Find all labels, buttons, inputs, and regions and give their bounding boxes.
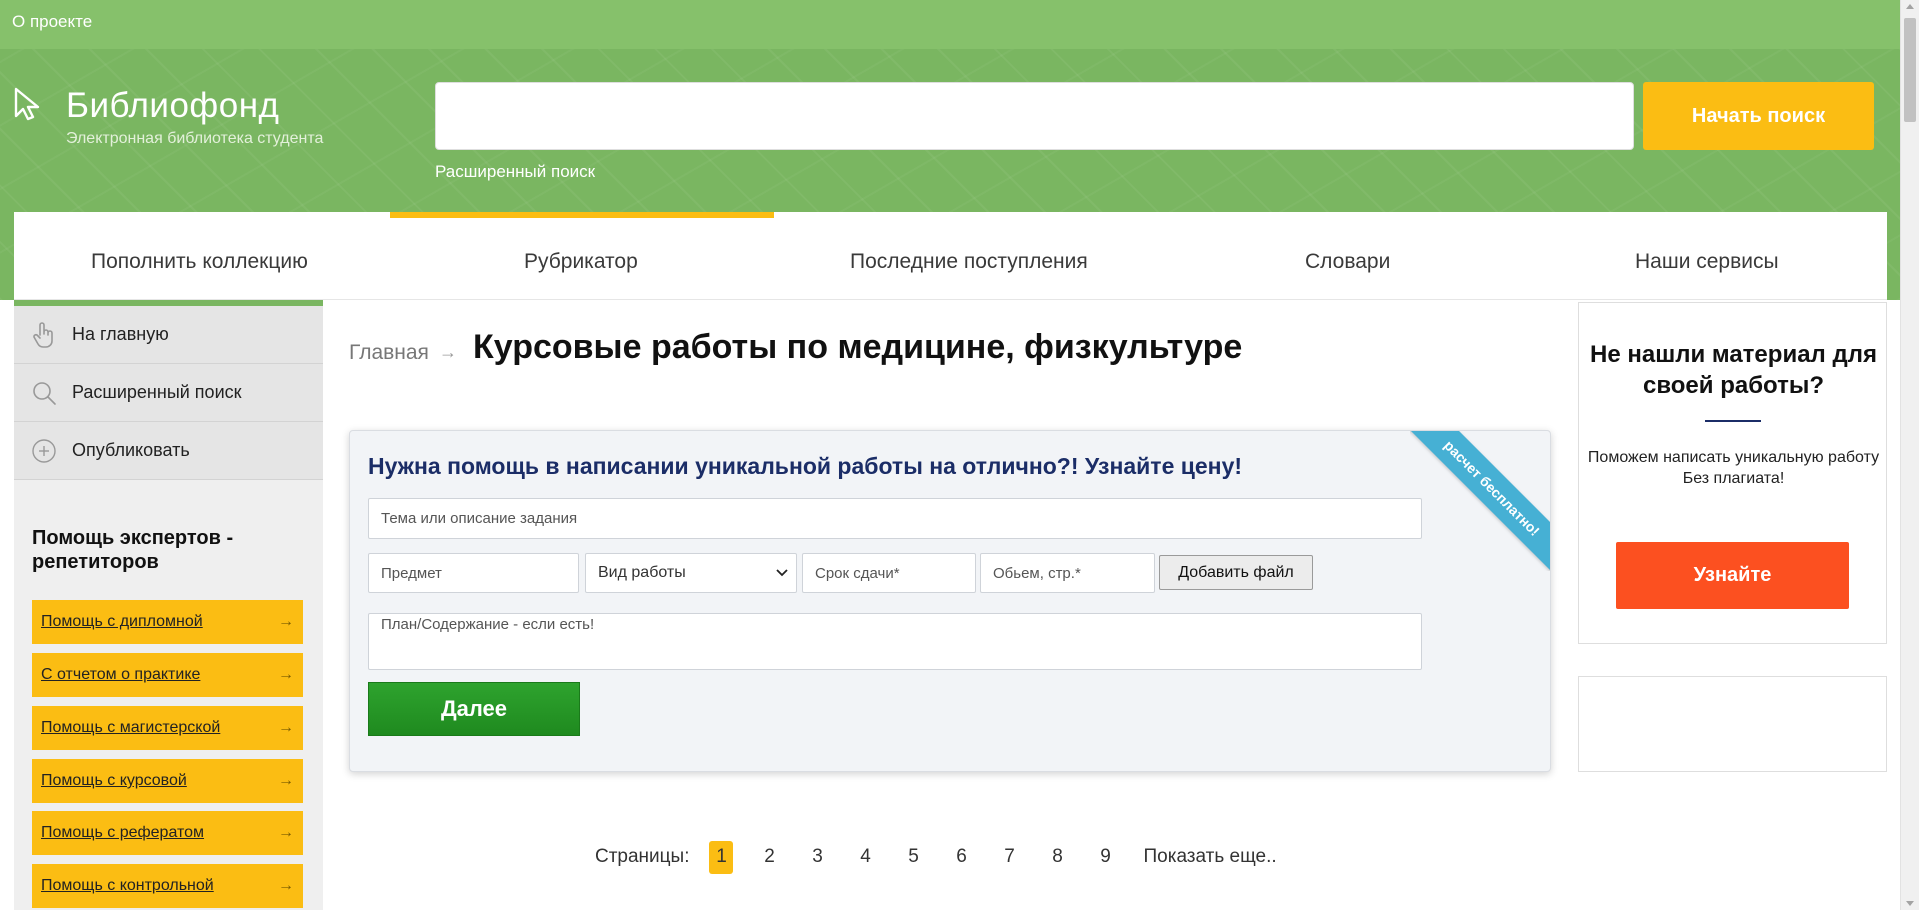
- sidebar-item-label: На главную: [72, 324, 169, 344]
- logo-subtitle: Электронная библиотека студента: [66, 130, 324, 147]
- order-form-card: Нужна помощь в написании уникальной рабо…: [349, 430, 1551, 772]
- main-nav: Пополнить коллекцию Рубрикатор Последние…: [14, 212, 1887, 300]
- help-button-label: С отчетом о практике: [41, 666, 201, 683]
- arrow-right-icon: →: [278, 772, 294, 789]
- help-test-button[interactable]: Помощь с контрольной →: [32, 864, 303, 908]
- help-button-label: Помощь с магистерской: [41, 719, 221, 736]
- scroll-up-icon[interactable]: [1906, 4, 1914, 9]
- page-8-link[interactable]: 8: [1045, 841, 1069, 874]
- next-button[interactable]: Далее: [368, 682, 580, 736]
- left-sidebar: На главную Расширенный поиск Опубликоват…: [14, 300, 323, 910]
- deadline-input[interactable]: Срок сдачи*: [802, 553, 976, 593]
- volume-input[interactable]: Обьем, стр.*: [980, 553, 1155, 593]
- breadcrumb-home-link[interactable]: Главная: [349, 341, 429, 365]
- widget-text: Поможем написать уникальную работу Без п…: [1579, 447, 1888, 489]
- sidebar-item-label: Расширенный поиск: [72, 382, 242, 402]
- page-1-current[interactable]: 1: [709, 840, 734, 874]
- start-search-button[interactable]: Начать поиск: [1643, 82, 1874, 150]
- cursor-arrow-icon: [14, 87, 40, 121]
- arrow-right-icon: →: [278, 719, 294, 736]
- nav-item-latest[interactable]: Последние поступления: [850, 250, 1088, 274]
- help-coursework-button[interactable]: Помощь с курсовой →: [32, 759, 303, 803]
- page-2-link[interactable]: 2: [757, 841, 781, 874]
- free-calc-ribbon: расчет бесплатно!: [1410, 431, 1550, 571]
- sidebar-item-home[interactable]: На главную: [14, 306, 323, 364]
- top-bar: О проекте: [0, 0, 1900, 49]
- widget-title: Не нашли материал для своей работы?: [1590, 341, 1877, 399]
- widget-text-line2: Без плагиата!: [1682, 470, 1785, 487]
- page-5-link[interactable]: 5: [901, 841, 925, 874]
- help-essay-button[interactable]: Помощь с рефератом →: [32, 811, 303, 855]
- search-icon: [28, 377, 60, 409]
- scroll-down-icon[interactable]: [1906, 901, 1914, 906]
- help-button-label: Помощь с курсовой: [41, 772, 187, 789]
- add-file-button[interactable]: Добавить файл: [1159, 555, 1313, 590]
- search-input[interactable]: [435, 82, 1634, 150]
- subject-input[interactable]: Предмет: [368, 553, 579, 593]
- breadcrumb-arrow-icon: →: [439, 342, 457, 362]
- nav-active-indicator: [390, 212, 774, 218]
- help-button-label: Помощь с дипломной: [41, 613, 203, 630]
- work-type-value: Вид работы: [598, 564, 686, 581]
- nav-item-add-to-collection[interactable]: Пополнить коллекцию: [91, 250, 308, 274]
- widget-text-line1: Поможем написать уникальную работу: [1587, 449, 1880, 466]
- arrow-right-icon: →: [278, 877, 294, 894]
- order-form-heading: Нужна помощь в написании уникальной рабо…: [368, 453, 1243, 479]
- page-4-link[interactable]: 4: [853, 841, 877, 874]
- not-found-widget: Не нашли материал для своей работы? Помо…: [1578, 302, 1887, 644]
- expert-help-heading: Помощь экспертов - репетиторов: [32, 527, 234, 573]
- work-type-select[interactable]: Вид работы: [585, 553, 797, 593]
- pagination: Страницы: 1 2 3 4 5 6 7 8 9 Показать еще…: [595, 840, 1277, 874]
- plan-textarea[interactable]: План/Содержание - если есть!: [368, 613, 1422, 670]
- ribbon-label: расчет бесплатно!: [1410, 431, 1550, 571]
- topic-input[interactable]: Тема или описание задания: [368, 498, 1422, 539]
- arrow-right-icon: →: [278, 824, 294, 841]
- help-practice-report-button[interactable]: С отчетом о практике →: [32, 653, 303, 697]
- nav-item-services[interactable]: Наши сервисы: [1635, 250, 1779, 274]
- scrollbar-thumb[interactable]: [1904, 18, 1916, 122]
- arrow-right-icon: →: [278, 613, 294, 630]
- advanced-search-link[interactable]: Расширенный поиск: [435, 162, 595, 182]
- sidebar-item-publish[interactable]: Опубликовать: [14, 422, 323, 480]
- help-diploma-button[interactable]: Помощь с дипломной →: [32, 600, 303, 644]
- empty-ad-box: [1578, 676, 1887, 772]
- nav-item-rubricator[interactable]: Рубрикатор: [524, 250, 638, 274]
- page-3-link[interactable]: 3: [805, 841, 829, 874]
- page-title: Курсовые работы по медицине, физкультуре: [473, 328, 1243, 366]
- page-scrollbar[interactable]: [1900, 0, 1919, 910]
- plus-circle-icon: [28, 435, 60, 467]
- page-6-link[interactable]: 6: [949, 841, 973, 874]
- pagination-label: Страницы:: [595, 846, 690, 867]
- help-button-label: Помощь с контрольной: [41, 877, 214, 894]
- sidebar-item-label: Опубликовать: [72, 440, 190, 460]
- sidebar-item-advanced-search[interactable]: Расширенный поиск: [14, 364, 323, 422]
- help-button-label: Помощь с рефератом: [41, 824, 205, 841]
- page-7-link[interactable]: 7: [997, 841, 1021, 874]
- widget-divider: [1705, 420, 1761, 422]
- about-project-link[interactable]: О проекте: [12, 12, 92, 32]
- page-9-link[interactable]: 9: [1093, 841, 1117, 874]
- chevron-down-icon: [776, 569, 788, 577]
- hand-pointer-icon: [28, 319, 60, 351]
- help-master-button[interactable]: Помощь с магистерской →: [32, 706, 303, 750]
- logo-title: Библиофонд: [66, 86, 280, 125]
- arrow-right-icon: →: [278, 666, 294, 683]
- show-more-pages-link[interactable]: Показать еще..: [1143, 846, 1276, 868]
- nav-item-dictionaries[interactable]: Словари: [1305, 250, 1390, 274]
- find-out-button[interactable]: Узнайте: [1616, 542, 1849, 609]
